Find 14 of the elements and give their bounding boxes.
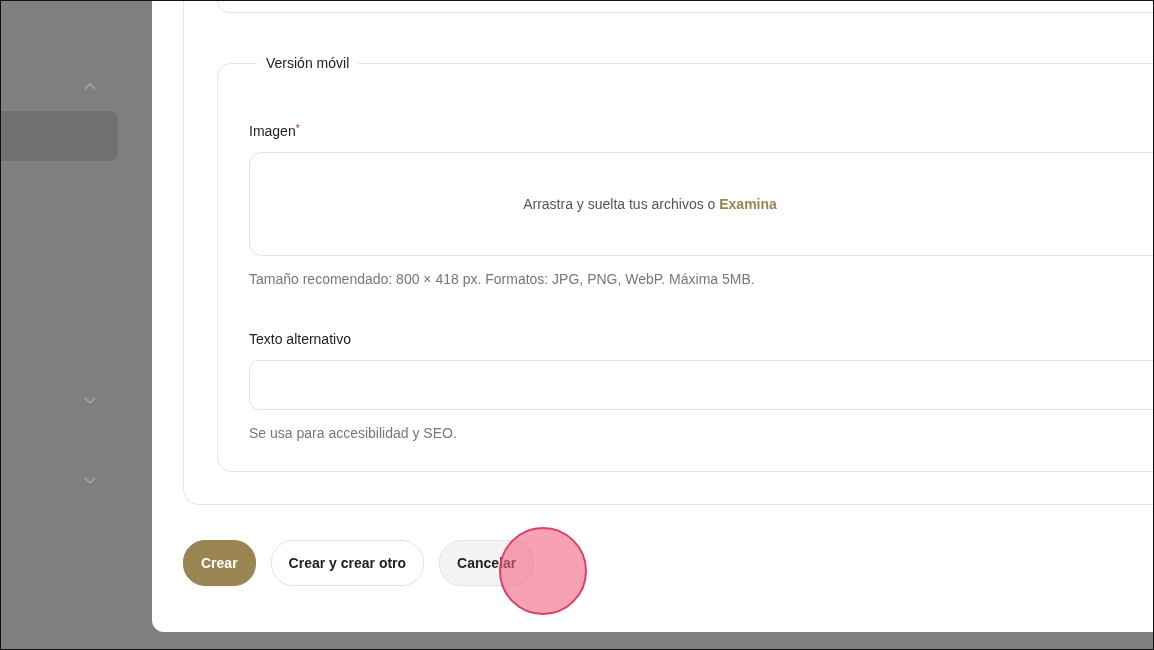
browse-link[interactable]: Examina — [719, 195, 777, 212]
field-label: Imagen — [249, 122, 296, 141]
field-label: Texto alternativo — [249, 330, 351, 349]
chevron-up-icon[interactable] — [83, 81, 97, 91]
chevron-down-icon[interactable] — [83, 475, 97, 485]
file-dropzone[interactable]: Arrastra y suelta tus archivos o Examina — [249, 152, 1153, 256]
chevron-down-icon[interactable] — [83, 395, 97, 405]
required-asterisk: * — [295, 122, 300, 134]
form-button[interactable]: Crear y crear otro — [270, 540, 425, 586]
field-help-text: Se usa para accesibilidad y SEO. — [249, 424, 458, 443]
dropzone-prompt: Arrastra y suelta tus archivos o Examina — [523, 194, 777, 214]
form-button[interactable]: Crear — [183, 540, 256, 586]
field-help-text: Tamaño recomendado: 800 × 418 px. Formatos: JPG, PNG, WebP. Máxima 5MB. — [249, 270, 756, 289]
sidebar-item[interactable] — [1, 111, 118, 161]
